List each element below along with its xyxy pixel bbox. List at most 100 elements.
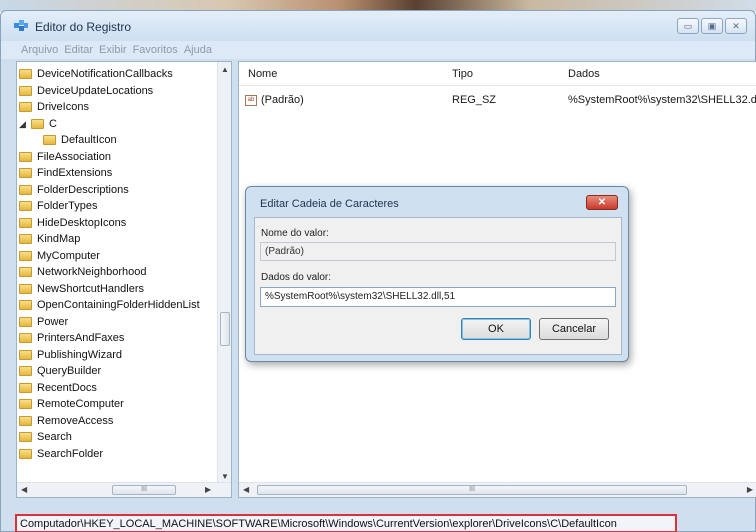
tree-vertical-scrollbar[interactable]: ▲ ▼ (217, 62, 231, 483)
folder-icon (19, 151, 32, 162)
folder-icon (19, 316, 32, 327)
menu-editar[interactable]: Editar (64, 41, 93, 59)
folder-icon (19, 366, 32, 376)
folder-icon (19, 102, 32, 112)
tree-item[interactable]: PublishingWizard (17, 347, 217, 364)
tree-item[interactable]: OpenContainingFolderHiddenList (17, 297, 217, 314)
tree-item[interactable]: QueryBuilder (17, 363, 217, 380)
menu-exibir[interactable]: Exibir (99, 41, 127, 59)
edit-string-dialog: Editar Cadeia de Caracteres ✕ Nome do va… (245, 186, 629, 362)
list-horizontal-scrollbar[interactable]: ◀ III ▶ (239, 482, 756, 497)
tree-item-label: FolderTypes (37, 200, 98, 212)
tree-item-label: Search (37, 431, 72, 443)
title-bar[interactable]: Editor do Registro ▭ ▣ ✕ (1, 11, 755, 41)
tree-item-label: MyComputer (37, 249, 100, 262)
tree-item[interactable]: Search (17, 429, 217, 446)
value-data-label: Dados do valor: (261, 272, 332, 283)
status-path: Computador\HKEY_LOCAL_MACHINE\SOFTWARE\M… (20, 518, 617, 530)
tree-item[interactable]: ◢ C (17, 116, 217, 133)
tree-horizontal-scrollbar[interactable]: ◀ III ▶ (17, 482, 231, 497)
tree-item-label: SearchFolder (37, 447, 104, 460)
tree-item-label: NetworkNeighborhood (37, 266, 147, 278)
tree-item[interactable]: RemoveAccess (17, 413, 217, 430)
registry-key-tree[interactable]: DeviceNotificationCallbacks DeviceUpdateL… (16, 61, 232, 498)
value-name-label: Nome do valor: (261, 228, 329, 239)
folder-icon (19, 85, 32, 96)
tree-item[interactable]: DriveIcons (17, 99, 217, 116)
scroll-down-arrow-icon[interactable]: ▼ (221, 472, 229, 481)
tree-item[interactable]: NetworkNeighborhood (17, 264, 217, 281)
tree-item-label: NewShortcutHandlers (37, 282, 144, 295)
cancel-button[interactable]: Cancelar (539, 318, 609, 340)
scroll-left-arrow-icon[interactable]: ◀ (243, 485, 249, 494)
folder-icon (19, 267, 32, 277)
tree-item-label: Power (37, 315, 69, 328)
folder-icon (19, 184, 32, 195)
tree-item[interactable]: FolderDescriptions (17, 182, 217, 199)
menu-favoritos[interactable]: Favoritos (133, 41, 178, 59)
value-data-input[interactable]: %SystemRoot%\system32\SHELL32.dll,51 (260, 287, 616, 307)
list-header: Nome Tipo Dados (239, 62, 756, 86)
tree-horizontal-scroll-thumb[interactable]: III (112, 485, 176, 495)
table-row[interactable]: ab (Padrão) REG_SZ %SystemRoot%\system32… (239, 92, 756, 110)
column-header-data[interactable]: Dados (568, 68, 600, 80)
tree-item[interactable]: MyComputer (17, 248, 217, 265)
tree-item-label: HideDesktopIcons (37, 216, 127, 229)
minimize-button[interactable]: ▭ (677, 18, 699, 34)
scroll-left-arrow-icon[interactable]: ◀ (21, 485, 27, 494)
scroll-right-arrow-icon[interactable]: ▶ (747, 485, 753, 494)
maximize-button[interactable]: ▣ (701, 18, 723, 34)
registry-editor-app-icon (14, 20, 28, 31)
tree-item[interactable]: FileAssociation (17, 149, 217, 166)
row-type: REG_SZ (452, 94, 497, 106)
tree-item[interactable]: HideDesktopIcons (17, 215, 217, 232)
tree-item[interactable]: FindExtensions (17, 165, 217, 182)
dialog-body: Nome do valor: (Padrão) Dados do valor: … (254, 217, 622, 355)
column-header-type[interactable]: Tipo (452, 68, 473, 80)
column-header-name[interactable]: Nome (248, 68, 277, 80)
folder-icon (19, 283, 32, 294)
list-horizontal-scroll-thumb[interactable]: III (257, 485, 687, 495)
scroll-up-arrow-icon[interactable]: ▲ (221, 65, 229, 74)
ok-button[interactable]: OK (461, 318, 531, 340)
tree-item[interactable]: PrintersAndFaxes (17, 330, 217, 347)
scroll-right-arrow-icon[interactable]: ▶ (205, 485, 211, 494)
tree-item[interactable]: Power (17, 314, 217, 331)
tree-item[interactable]: RecentDocs (17, 380, 217, 397)
close-button[interactable]: ✕ (725, 18, 747, 34)
folder-icon (19, 349, 32, 360)
tree-item[interactable]: NewShortcutHandlers (17, 281, 217, 298)
tree-item-label: KindMap (37, 233, 81, 245)
tree-item-label: PublishingWizard (37, 348, 122, 361)
status-bar: Computador\HKEY_LOCAL_MACHINE\SOFTWARE\M… (15, 514, 677, 532)
row-name: (Padrão) (261, 94, 304, 106)
tree-item-label: FindExtensions (37, 167, 113, 179)
folder-icon (19, 399, 32, 409)
window-title: Editor do Registro (35, 20, 132, 34)
tree-item-label: QueryBuilder (37, 365, 102, 377)
dialog-title: Editar Cadeia de Caracteres (260, 198, 399, 210)
folder-icon (19, 415, 32, 426)
tree-item[interactable]: KindMap (17, 231, 217, 248)
tree-item-label: RemoveAccess (37, 414, 114, 427)
tree-item[interactable]: SearchFolder (17, 446, 217, 463)
tree-vertical-scroll-thumb[interactable] (220, 312, 230, 346)
tree-item[interactable]: DefaultIcon (17, 132, 217, 149)
tree-item[interactable]: DeviceNotificationCallbacks (17, 66, 217, 83)
tree-item-label: DefaultIcon (61, 134, 117, 146)
tree-list: DeviceNotificationCallbacks DeviceUpdateL… (17, 66, 217, 462)
menu-arquivo[interactable]: Arquivo (21, 41, 58, 59)
row-data: %SystemRoot%\system32\SHELL32.d (568, 94, 756, 106)
tree-item-label: C (49, 117, 57, 130)
menu-ajuda[interactable]: Ajuda (184, 41, 212, 59)
tree-item-label: DeviceNotificationCallbacks (37, 68, 173, 80)
tree-item[interactable]: RemoteComputer (17, 396, 217, 413)
tree-item[interactable]: FolderTypes (17, 198, 217, 215)
tree-item-label: PrintersAndFaxes (37, 332, 125, 344)
dialog-close-button[interactable]: ✕ (586, 195, 618, 210)
folder-icon (19, 69, 32, 79)
string-value-icon: ab (245, 95, 257, 106)
tree-item[interactable]: DeviceUpdateLocations (17, 83, 217, 100)
expander-icon[interactable]: ◢ (19, 116, 26, 133)
tree-item-label: RemoteComputer (37, 398, 124, 410)
